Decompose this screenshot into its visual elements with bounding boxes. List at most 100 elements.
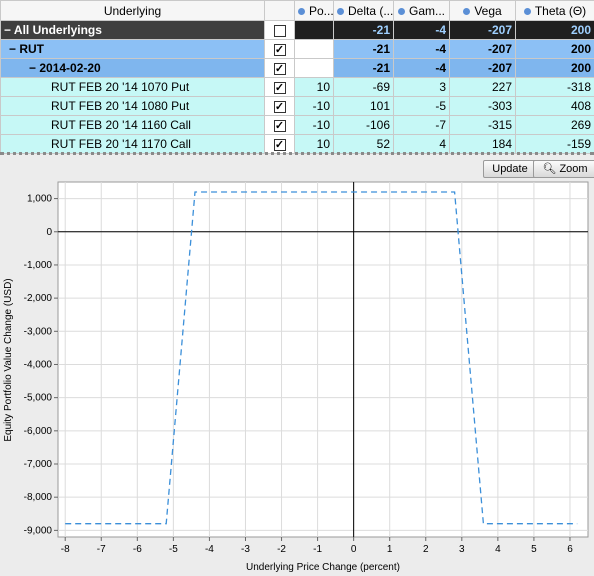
y-tick-label: -3,000 (24, 326, 53, 337)
row-label: RUT FEB 20 '14 1160 Call (51, 118, 191, 132)
position-cell: 10 (294, 134, 334, 154)
include-checkbox[interactable]: ✓ (273, 138, 286, 151)
theta-cell: 200 (515, 39, 594, 59)
collapse-icon[interactable]: − (29, 61, 39, 75)
row-expiry[interactable]: − 2014-02-20 ✓ -21 -4 -207 200 (0, 58, 594, 78)
row-label-cell: − 2014-02-20 (0, 58, 265, 78)
row-option-leg[interactable]: RUT FEB 20 '14 1080 Put ✓ -10 101 -5 -30… (0, 96, 594, 116)
include-checkbox[interactable]: ✓ (273, 43, 286, 56)
row-option-leg[interactable]: RUT FEB 20 '14 1160 Call ✓ -10 -106 -7 -… (0, 115, 594, 135)
position-cell (294, 39, 334, 59)
vega-cell: -207 (449, 20, 516, 40)
y-tick-labels: 1,000 0 -1,000 -2,000 -3,000 -4,000 -5,000 -6,0… (24, 194, 53, 537)
x-tick-labels: -8 -7 -6 -5 -4 -3 -2 -1 0 1 2 3 4 5 6 (61, 544, 573, 555)
column-header-include[interactable] (264, 0, 295, 21)
include-checkbox[interactable]: ✓ (273, 100, 286, 113)
include-checkbox-cell[interactable]: ✓ (264, 20, 295, 40)
column-header-vega[interactable]: Vega (449, 0, 516, 21)
vega-cell: 227 (449, 77, 516, 97)
row-label-cell: RUT FEB 20 '14 1070 Put (0, 77, 265, 97)
column-settings-icon (337, 7, 344, 15)
y-tick-label: -8,000 (24, 492, 53, 503)
delta-cell: -69 (333, 77, 394, 97)
vega-cell: -207 (449, 58, 516, 78)
delta-cell: 101 (333, 96, 394, 116)
x-tick-label: 2 (423, 544, 429, 555)
header-label: Theta (Θ) (534, 3, 587, 18)
gamma-cell: -4 (393, 58, 450, 78)
include-checkbox-cell[interactable]: ✓ (264, 58, 295, 78)
position-cell: -10 (294, 96, 334, 116)
x-tick-label: -7 (97, 544, 106, 555)
include-checkbox[interactable]: ✓ (273, 24, 286, 37)
row-label-cell: − All Underlyings (0, 20, 265, 40)
gamma-cell: -7 (393, 115, 450, 135)
risk-grid: Underlying Po... Delta (... Gam... Vega … (0, 0, 594, 154)
y-tick-label: -5,000 (24, 393, 53, 404)
include-checkbox-cell[interactable]: ✓ (264, 39, 295, 59)
include-checkbox[interactable]: ✓ (273, 81, 286, 94)
row-label: RUT FEB 20 '14 1080 Put (51, 99, 190, 113)
column-header-delta[interactable]: Delta (... (333, 0, 394, 21)
row-option-leg[interactable]: RUT FEB 20 '14 1070 Put ✓ 10 -69 3 227 -… (0, 77, 594, 97)
x-tick-label: -2 (277, 544, 286, 555)
gamma-cell: 4 (393, 134, 450, 154)
row-label: 2014-02-20 (39, 61, 101, 75)
position-cell (294, 58, 334, 78)
header-label: Underlying (103, 3, 162, 18)
include-checkbox-cell[interactable]: ✓ (264, 77, 295, 97)
splitter-handle[interactable] (0, 152, 594, 159)
row-label: RUT FEB 20 '14 1070 Put (51, 80, 190, 94)
include-checkbox-cell[interactable]: ✓ (264, 115, 295, 135)
x-tick-label: -3 (241, 544, 250, 555)
x-tick-label: -5 (169, 544, 178, 555)
column-header-position[interactable]: Po... (294, 0, 334, 21)
column-header-gamma[interactable]: Gam... (393, 0, 450, 21)
row-label-cell: − RUT (0, 39, 265, 59)
column-header-underlying[interactable]: Underlying (0, 0, 265, 21)
update-button[interactable]: Update (483, 160, 537, 178)
magnifier-icon: 🔍︎ (542, 163, 557, 175)
theta-cell: 408 (515, 96, 594, 116)
vega-cell: 184 (449, 134, 516, 154)
position-cell (294, 20, 334, 40)
collapse-icon[interactable]: − (4, 23, 14, 37)
include-checkbox-cell[interactable]: ✓ (264, 96, 295, 116)
vega-cell: -315 (449, 115, 516, 135)
gamma-cell: -5 (393, 96, 450, 116)
y-tick-label: -2,000 (24, 293, 53, 304)
y-tick-label: -6,000 (24, 426, 53, 437)
include-checkbox[interactable]: ✓ (273, 119, 286, 132)
column-settings-icon (523, 7, 531, 15)
x-tick-label: 5 (531, 544, 537, 555)
row-label-cell: RUT FEB 20 '14 1160 Call (0, 115, 265, 135)
row-option-leg[interactable]: RUT FEB 20 '14 1170 Call ✓ 10 52 4 184 -… (0, 134, 594, 154)
delta-cell: 52 (333, 134, 394, 154)
delta-cell: -21 (333, 58, 394, 78)
update-button-label: Update (492, 163, 528, 175)
x-tick-label: 4 (495, 544, 501, 555)
row-all-underlyings[interactable]: − All Underlyings ✓ -21 -4 -207 200 (0, 20, 594, 40)
row-underlying-rut[interactable]: − RUT ✓ -21 -4 -207 200 (0, 39, 594, 59)
row-label: All Underlyings (13, 23, 102, 37)
theta-cell: 269 (515, 115, 594, 135)
delta-cell: -106 (333, 115, 394, 135)
include-checkbox-cell[interactable]: ✓ (264, 134, 295, 154)
y-tick-label: 1,000 (27, 194, 52, 205)
gamma-cell: -4 (393, 20, 450, 40)
row-label: RUT FEB 20 '14 1170 Call (51, 137, 191, 151)
collapse-icon[interactable]: − (9, 42, 19, 56)
zoom-button[interactable]: 🔍︎ Zoom (533, 160, 594, 178)
vega-cell: -303 (449, 96, 516, 116)
vega-cell: -207 (449, 39, 516, 59)
column-header-theta[interactable]: Theta (Θ) (515, 0, 594, 21)
include-checkbox[interactable]: ✓ (273, 62, 286, 75)
y-tick-label: -4,000 (24, 359, 53, 370)
x-tick-label: 1 (387, 544, 393, 555)
theta-cell: 200 (515, 20, 594, 40)
x-axis-label: Underlying Price Change (percent) (246, 562, 400, 573)
theta-cell: -159 (515, 134, 594, 154)
theta-cell: 200 (515, 58, 594, 78)
header-label: Po... (309, 3, 334, 18)
zoom-button-label: Zoom (559, 163, 588, 175)
